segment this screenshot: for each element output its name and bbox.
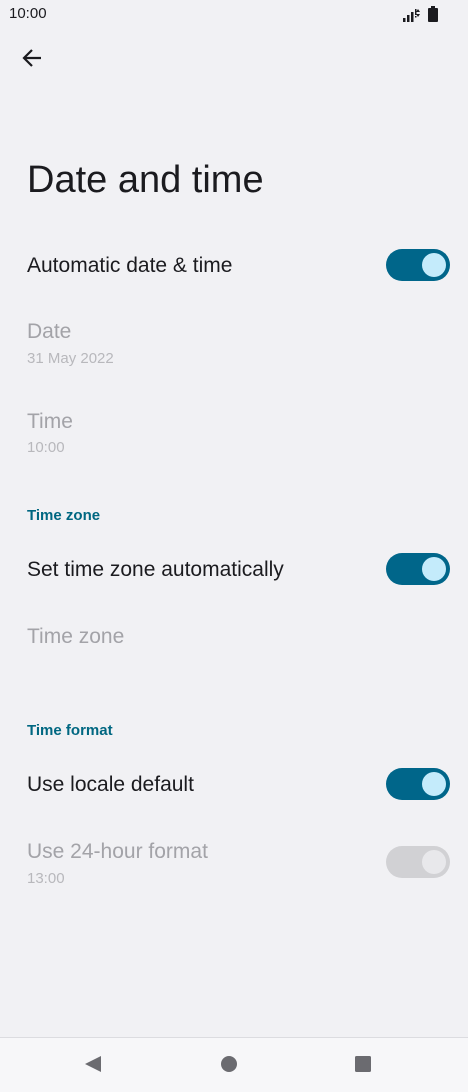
- time-format-section-header: Time format: [27, 722, 113, 739]
- set-time-zone-automatically-row[interactable]: Set time zone automatically: [0, 536, 468, 602]
- battery-icon: [428, 6, 438, 27]
- signal-icon: [403, 8, 421, 27]
- date-row: Date 31 May 2022: [0, 306, 468, 386]
- automatic-date-time-row[interactable]: Automatic date & time: [0, 232, 468, 298]
- nav-home-button[interactable]: [218, 1055, 240, 1077]
- time-value: 10:00: [27, 439, 65, 456]
- home-circle-icon: [220, 1055, 238, 1078]
- time-label: Time: [27, 410, 73, 433]
- use-24-hour-format-label: Use 24-hour format: [27, 840, 208, 863]
- use-24-hour-format-switch: [386, 846, 450, 878]
- nav-back-button[interactable]: [82, 1055, 104, 1077]
- automatic-date-time-label: Automatic date & time: [27, 254, 233, 277]
- nav-recents-button[interactable]: [352, 1055, 374, 1077]
- page-title: Date and time: [27, 159, 264, 201]
- date-value: 31 May 2022: [27, 350, 114, 367]
- time-zone-label: Time zone: [27, 625, 125, 648]
- switch-thumb: [422, 772, 446, 796]
- switch-thumb: [422, 253, 446, 277]
- back-button[interactable]: [12, 40, 52, 80]
- use-24-hour-format-example: 13:00: [27, 870, 65, 887]
- status-icons: [403, 6, 438, 27]
- status-bar: 10:00: [0, 0, 468, 30]
- back-triangle-icon: [84, 1055, 102, 1078]
- switch-thumb: [422, 850, 446, 874]
- navigation-bar: [0, 1037, 468, 1092]
- set-time-zone-automatically-switch[interactable]: [386, 553, 450, 585]
- recents-square-icon: [354, 1055, 372, 1078]
- status-time: 10:00: [9, 5, 47, 22]
- use-locale-default-label: Use locale default: [27, 773, 194, 796]
- time-row: Time 10:00: [0, 396, 468, 476]
- date-label: Date: [27, 320, 72, 343]
- time-zone-section-header: Time zone: [27, 507, 101, 524]
- automatic-date-time-switch[interactable]: [386, 249, 450, 281]
- time-zone-row: Time zone: [0, 604, 468, 670]
- set-time-zone-automatically-label: Set time zone automatically: [27, 558, 284, 581]
- use-24-hour-format-row: Use 24-hour format 13:00: [0, 826, 468, 900]
- use-locale-default-switch[interactable]: [386, 768, 450, 800]
- switch-thumb: [422, 557, 446, 581]
- arrow-left-icon: [21, 47, 43, 74]
- use-locale-default-row[interactable]: Use locale default: [0, 751, 468, 817]
